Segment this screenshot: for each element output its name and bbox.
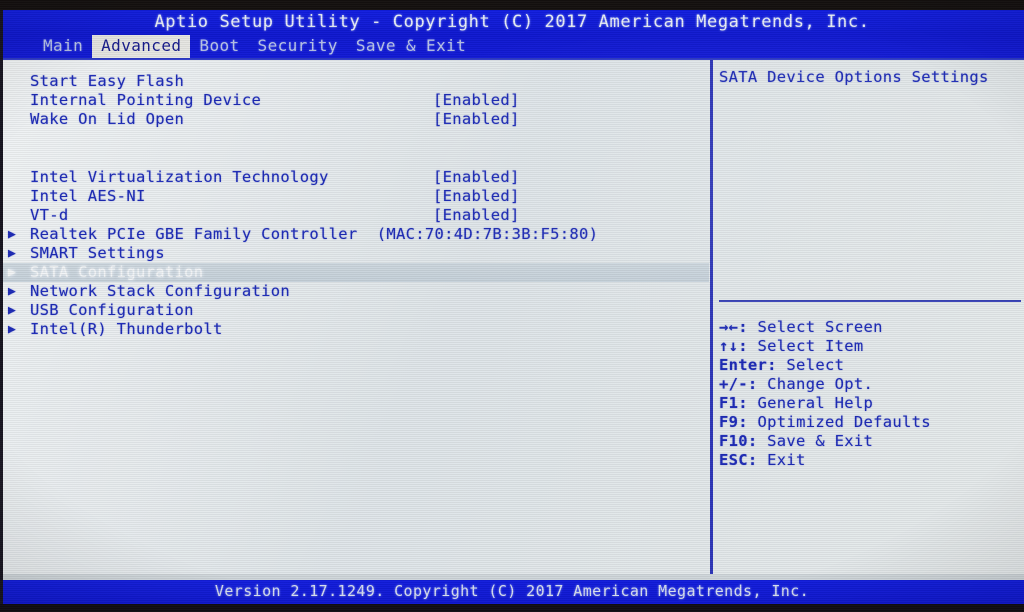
legend-action: Save & Exit	[757, 432, 874, 450]
settings-row-value[interactable]: [Enabled]	[433, 187, 520, 206]
help-panel: SATA Device Options Settings →←: Select …	[713, 62, 1024, 578]
settings-row-label: VT-d	[30, 206, 69, 224]
bezel-bottom-band	[0, 604, 1024, 612]
settings-row-label: SMART Settings	[30, 244, 165, 262]
settings-row[interactable]: Wake On Lid Open [Enabled]	[3, 110, 709, 129]
legend-key: F9:	[719, 413, 748, 431]
legend-row: →←: Select Screen	[719, 318, 1024, 337]
help-description: SATA Device Options Settings	[719, 68, 989, 86]
tab-advanced[interactable]: Advanced	[92, 35, 191, 58]
header-bar: Aptio Setup Utility - Copyright (C) 2017…	[0, 6, 1024, 58]
legend-row: F1: General Help	[719, 394, 1024, 413]
settings-row-label: Network Stack Configuration	[30, 282, 291, 300]
legend-row: F10: Save & Exit	[719, 432, 1024, 451]
settings-row[interactable]: ▶ Network Stack Configuration	[3, 282, 709, 301]
tab-main[interactable]: Main	[34, 35, 92, 58]
settings-row[interactable]: ▶ Intel(R) Thunderbolt	[3, 320, 709, 339]
settings-row-label: Internal Pointing Device	[30, 91, 262, 109]
submenu-arrow-icon: ▶	[8, 265, 16, 280]
legend-key: Enter:	[719, 356, 777, 374]
legend-row: F9: Optimized Defaults	[719, 413, 1024, 432]
legend-key: →←:	[719, 318, 748, 336]
settings-row-selected[interactable]: ▶ SATA Configuration	[3, 263, 709, 282]
legend-action: Select	[776, 356, 845, 374]
settings-row-label: Intel Virtualization Technology	[30, 168, 329, 186]
tab-save-exit[interactable]: Save & Exit	[347, 35, 475, 58]
tab-security[interactable]: Security	[249, 35, 347, 58]
settings-row[interactable]: Intel AES-NI [Enabled]	[3, 187, 709, 206]
legend-row: ↑↓: Select Item	[719, 337, 1024, 356]
legend-action: Select Screen	[747, 318, 883, 336]
legend-key: +/-:	[719, 375, 758, 393]
tab-boot[interactable]: Boot	[190, 35, 248, 58]
menu-tabbar[interactable]: Main Advanced Boot Security Save & Exit	[34, 35, 475, 58]
page-title: Aptio Setup Utility - Copyright (C) 2017…	[154, 12, 870, 32]
settings-list[interactable]: Start Easy Flash Internal Pointing Device…	[3, 62, 709, 578]
legend-row: ESC: Exit	[719, 451, 1024, 470]
settings-row-label: Realtek PCIe GBE Family Controller (MAC:…	[30, 225, 599, 243]
settings-row-value[interactable]: [Enabled]	[433, 91, 520, 110]
key-legend-list: →←: Select Screen ↑↓: Select Item Enter: S…	[719, 318, 1024, 470]
help-separator-line	[719, 300, 1021, 302]
legend-key: ESC:	[719, 451, 758, 469]
bios-setup-screen: Aptio Setup Utility - Copyright (C) 2017…	[0, 0, 1024, 612]
settings-row[interactable]: Intel Virtualization Technology [Enabled]	[3, 168, 709, 187]
settings-row[interactable]: Internal Pointing Device [Enabled]	[3, 91, 709, 110]
settings-row[interactable]: VT-d [Enabled]	[3, 206, 709, 225]
legend-action: Change Opt.	[757, 375, 874, 393]
legend-action: Exit	[757, 451, 806, 469]
settings-row-label: Intel(R) Thunderbolt	[30, 320, 223, 338]
settings-row-value[interactable]: [Enabled]	[433, 206, 520, 225]
settings-row-value[interactable]: [Enabled]	[433, 110, 520, 129]
settings-row-value[interactable]: [Enabled]	[433, 168, 520, 187]
content-area: Start Easy Flash Internal Pointing Device…	[3, 58, 1024, 580]
legend-action: General Help	[747, 394, 874, 412]
settings-row-label: Wake On Lid Open	[30, 110, 185, 128]
settings-row[interactable]: ▶ USB Configuration	[3, 301, 709, 320]
legend-row: Enter: Select	[719, 356, 1024, 375]
submenu-arrow-icon: ▶	[8, 284, 16, 299]
legend-key: F10:	[719, 432, 758, 450]
settings-row-label: Start Easy Flash	[30, 72, 185, 90]
version-text: Version 2.17.1249. Copyright (C) 2017 Am…	[214, 582, 810, 600]
legend-key: ↑↓:	[719, 337, 748, 355]
bezel-left-band	[0, 0, 3, 612]
legend-key: F1:	[719, 394, 748, 412]
footer-bar: Version 2.17.1249. Copyright (C) 2017 Am…	[0, 580, 1024, 604]
header-divider-line	[3, 58, 1024, 60]
bezel-top-band	[0, 0, 1024, 10]
submenu-arrow-icon: ▶	[8, 227, 16, 242]
settings-row-label: SATA Configuration	[30, 263, 204, 281]
legend-action: Select Item	[747, 337, 864, 355]
settings-row-label: USB Configuration	[30, 301, 194, 319]
submenu-arrow-icon: ▶	[8, 246, 16, 261]
legend-row: +/-: Change Opt.	[719, 375, 1024, 394]
settings-row[interactable]: ▶ Realtek PCIe GBE Family Controller (MAC…	[3, 225, 709, 244]
settings-row[interactable]: Start Easy Flash	[3, 72, 709, 91]
settings-row-label: Intel AES-NI	[30, 187, 146, 205]
legend-action: Optimized Defaults	[747, 413, 931, 431]
settings-row[interactable]: ▶ SMART Settings	[3, 244, 709, 263]
submenu-arrow-icon: ▶	[8, 322, 16, 337]
submenu-arrow-icon: ▶	[8, 303, 16, 318]
